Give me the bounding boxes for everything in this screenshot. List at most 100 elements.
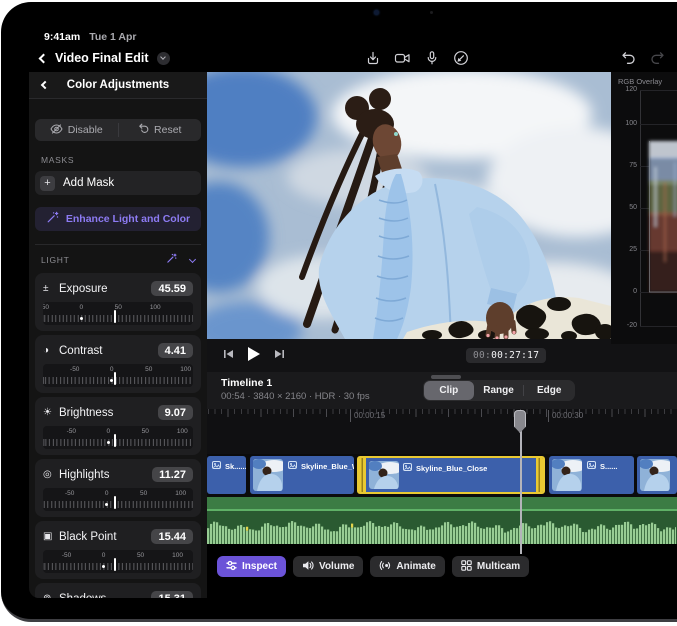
volume-button[interactable]: Volume — [293, 556, 363, 577]
clip-thumbnail — [640, 459, 670, 491]
drag-handle[interactable] — [431, 375, 461, 379]
inspect-button[interactable]: Inspect — [217, 556, 286, 577]
timeline-clip-sk[interactable]: Sk...... — [207, 456, 246, 494]
magic-wand-icon[interactable] — [166, 251, 177, 269]
pencil-icon[interactable] — [453, 50, 469, 66]
back-chevron-icon[interactable] — [39, 53, 49, 63]
title-disclosure-button[interactable] — [157, 52, 170, 65]
black-point-icon: ▣ — [43, 531, 59, 542]
animate-icon — [379, 560, 391, 574]
multicam-button[interactable]: Multicam — [452, 556, 529, 577]
timecode-hours: 00: — [473, 350, 491, 361]
tool-label: Animate — [396, 561, 435, 572]
video-frame-image — [207, 72, 611, 339]
contrast-slider[interactable]: ◑Contrast4.41-50050100 — [35, 335, 201, 393]
next-frame-icon[interactable] — [273, 348, 287, 360]
reset-label: Reset — [154, 124, 181, 136]
slider-label: Shadows — [59, 593, 151, 599]
slider-ticks — [43, 377, 193, 384]
tool-label: Multicam — [477, 561, 520, 572]
project-title[interactable]: Video Final Edit — [55, 51, 149, 65]
undo-icon[interactable] — [621, 51, 636, 65]
slider-ruler[interactable]: -50050100 — [43, 488, 193, 511]
front-camera-sensor — [430, 11, 433, 14]
timeline-panel: Timeline 1 00:54 · 3840 × 2160 · HDR · 3… — [207, 372, 677, 598]
scale-label: 100 — [150, 304, 161, 311]
scale-label: -50 — [67, 428, 76, 435]
slider-label: Highlights — [59, 469, 152, 481]
clip-thumbnail — [253, 459, 283, 491]
disable-button[interactable]: Disable — [35, 119, 118, 141]
scope-axis-label: 75 — [611, 162, 637, 169]
redo-icon[interactable] — [650, 51, 665, 65]
mode-clip[interactable]: Clip — [424, 381, 474, 400]
highlights-slider[interactable]: ◎Highlights11.27-50050100 — [35, 459, 201, 517]
ruler-ticks-major — [207, 409, 677, 417]
previous-frame-icon[interactable] — [221, 348, 235, 360]
timeline-clip[interactable] — [637, 456, 677, 494]
scale-label: 0 — [79, 304, 83, 311]
page-background: 9:41amTue 1 Apr Video Final Edit — [0, 0, 677, 626]
value-marker[interactable] — [114, 310, 116, 323]
slider-ruler[interactable]: -50050100 — [43, 550, 193, 573]
shadows-slider[interactable]: ⊚Shadows15.31-50050100 — [35, 583, 201, 598]
brightness-slider[interactable]: ☀Brightness9.07-50050100 — [35, 397, 201, 455]
camera-icon[interactable] — [394, 50, 411, 66]
masks-heading: MASKS — [41, 155, 201, 165]
add-mask-button[interactable]: + Add Mask — [35, 171, 201, 195]
timeline-clip-s[interactable]: S...... — [549, 456, 634, 494]
trim-handle-left[interactable] — [359, 458, 366, 492]
mic-icon[interactable] — [424, 50, 440, 66]
slider-value: 11.27 — [152, 467, 193, 482]
volume-icon — [302, 560, 314, 574]
back-chevron-icon[interactable] — [41, 81, 49, 89]
value-marker[interactable] — [114, 434, 116, 447]
slider-ruler[interactable]: -50050100 — [43, 302, 193, 325]
slider-ruler[interactable]: -50050100 — [43, 364, 193, 387]
video-track: Sk...... Skyline_Blue_WideSkyline_Blue_Cl… — [207, 454, 677, 497]
black-point-slider[interactable]: ▣Black Point15.44-50050100 — [35, 521, 201, 579]
image-icon — [403, 463, 412, 473]
slider-label: Contrast — [59, 345, 158, 357]
audio-track[interactable] — [207, 497, 677, 544]
divider — [35, 244, 201, 245]
reset-button[interactable]: Reset — [119, 119, 202, 141]
audio-waveform — [207, 511, 676, 544]
trim-handle-right[interactable] — [536, 458, 543, 492]
screen: 9:41amTue 1 Apr Video Final Edit — [29, 26, 677, 598]
app-toolbar: Video Final Edit — [29, 47, 677, 73]
mode-edge[interactable]: Edge — [524, 381, 574, 400]
tool-label: Volume — [319, 561, 354, 572]
scale-label: 0 — [102, 552, 106, 559]
enhance-light-color-button[interactable]: Enhance Light and Color — [35, 207, 201, 231]
slider-ticks — [43, 563, 193, 570]
timeline-toolbar: Inspect Volume Animate Multicam — [217, 556, 529, 578]
light-section-header[interactable]: LIGHT — [41, 252, 195, 268]
import-icon[interactable] — [365, 50, 381, 66]
clip-label: Skyline_Blue_Wide — [288, 461, 354, 471]
tool-label: Inspect — [242, 561, 277, 572]
front-camera — [374, 10, 379, 15]
mode-range[interactable]: Range — [474, 381, 524, 400]
play-button[interactable] — [248, 347, 260, 361]
exposure-slider[interactable]: ±Exposure45.59-50050100 — [35, 273, 201, 331]
color-adjustments-panel: Color Adjustments Disable Reset — [29, 72, 207, 598]
timeline-clip-skyline-blue-wide[interactable]: Skyline_Blue_Wide — [250, 456, 354, 494]
add-mask-label: Add Mask — [63, 177, 114, 189]
playhead-line[interactable] — [520, 430, 522, 554]
slider-ruler[interactable]: -50050100 — [43, 426, 193, 449]
chevron-down-icon — [160, 54, 166, 60]
reset-icon — [138, 123, 149, 137]
edit-mode-segmented-control: ClipRangeEdge — [423, 380, 575, 401]
timeline-clip-skyline-blue-close[interactable]: Skyline_Blue_Close — [357, 456, 545, 494]
rgb-overlay-scope: RGB Overlay 1201007550250-20 — [611, 72, 677, 344]
contrast-icon: ◑ — [43, 345, 59, 356]
value-marker[interactable] — [114, 372, 116, 385]
value-marker[interactable] — [114, 558, 116, 571]
brightness-icon: ☀ — [43, 407, 59, 418]
clip-thumbnail — [369, 461, 399, 489]
timeline-ruler[interactable]: 00:00:1500:00:30 — [207, 409, 677, 454]
chevron-down-icon[interactable] — [189, 255, 196, 262]
animate-button[interactable]: Animate — [370, 556, 444, 577]
value-marker[interactable] — [114, 496, 116, 509]
